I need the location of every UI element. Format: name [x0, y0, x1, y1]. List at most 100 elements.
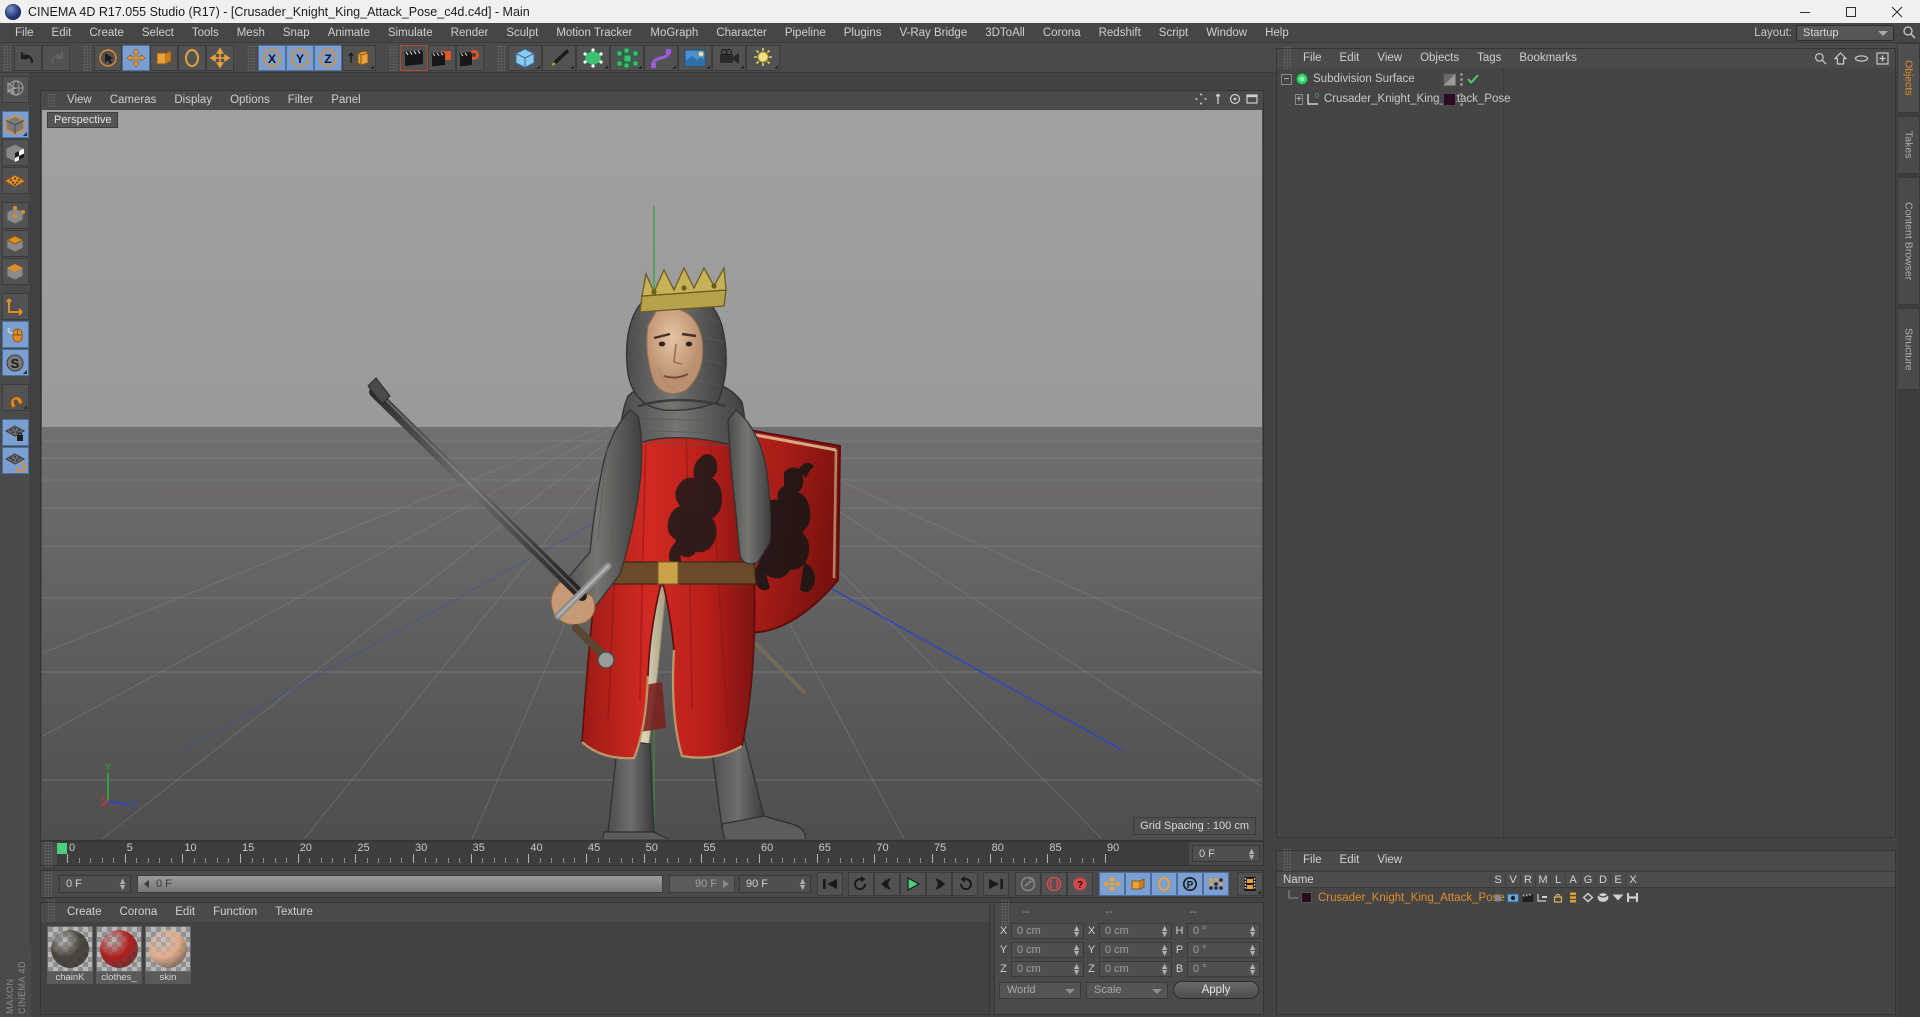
coord-position-y-input[interactable]: 0 cm ▲ ▼: [1011, 941, 1084, 958]
menu-item-redshift[interactable]: Redshift: [1090, 23, 1150, 43]
toolbar-grip-3[interactable]: [247, 44, 255, 71]
spinner-icon-2[interactable]: ▲ ▼: [118, 877, 127, 892]
menu-item-script[interactable]: Script: [1150, 23, 1197, 43]
layer-xpresso-toggle[interactable]: [1625, 892, 1640, 903]
play-button[interactable]: [900, 872, 926, 896]
maximize-view-icon[interactable]: [1246, 93, 1258, 105]
coordinate-mode-select[interactable]: Scale: [1086, 981, 1168, 999]
menu-item-select[interactable]: Select: [133, 23, 183, 43]
add-environment-button[interactable]: [678, 44, 712, 71]
menu-item-render[interactable]: Render: [442, 23, 498, 43]
material-thumbnail[interactable]: [145, 926, 191, 972]
expand-collapse-icon[interactable]: −: [1281, 73, 1292, 85]
eye-icon[interactable]: [1854, 52, 1869, 65]
transform-tool[interactable]: [206, 44, 234, 71]
lock-x-axis[interactable]: X: [258, 44, 286, 71]
menu-item-v-ray-bridge[interactable]: V-Ray Bridge: [890, 23, 976, 43]
lock-z-axis[interactable]: Z: [314, 44, 342, 71]
axis-mode[interactable]: [1, 293, 29, 320]
layer-lock-toggle[interactable]: [1550, 892, 1565, 903]
add-spline-button[interactable]: [542, 44, 576, 71]
keyframe-selection-button[interactable]: ?: [1067, 872, 1093, 896]
layer-manager-grip[interactable]: [1283, 847, 1291, 874]
magnet-tool[interactable]: [1, 384, 29, 411]
viewport-grip[interactable]: [47, 93, 55, 107]
polygon-mode[interactable]: [1, 167, 29, 194]
coord-rotation-p-input[interactable]: 0 ° ▲ ▼: [1187, 941, 1260, 958]
current-frame-marker[interactable]: [57, 843, 67, 854]
toolbar-grip[interactable]: [3, 44, 11, 71]
position-key-button[interactable]: [1099, 872, 1125, 896]
render-view-button[interactable]: [400, 44, 428, 71]
home-icon[interactable]: [1834, 52, 1847, 65]
spinner-icon[interactable]: ▲ ▼: [1160, 942, 1169, 957]
material-menu-texture[interactable]: Texture: [266, 903, 322, 921]
layer-visible-toggle[interactable]: [1505, 893, 1520, 903]
redo-button[interactable]: [42, 44, 70, 71]
material-menu-create[interactable]: Create: [58, 903, 111, 921]
add-array-button[interactable]: [610, 44, 644, 71]
layer-manager-menu-edit[interactable]: Edit: [1331, 851, 1369, 870]
dock-tab-structure[interactable]: Structure: [1897, 308, 1920, 390]
spinner-icon[interactable]: ▲ ▼: [1160, 923, 1169, 938]
max-frame-field[interactable]: 90 F ▲ ▼: [739, 875, 811, 893]
viewport-menu-cameras[interactable]: Cameras: [101, 91, 166, 109]
add-deformer-button[interactable]: [644, 44, 678, 71]
layer-generator-toggle[interactable]: [1580, 892, 1595, 903]
add-generator-button[interactable]: [576, 44, 610, 71]
timeline-grip[interactable]: [44, 840, 52, 867]
viewport-menu-options[interactable]: Options: [221, 91, 279, 109]
dots-tag-2[interactable]: [1460, 92, 1463, 106]
layer-manager-menu-file[interactable]: File: [1294, 851, 1331, 870]
transport-grip[interactable]: [44, 871, 52, 897]
spinner-icon[interactable]: ▲ ▼: [1248, 923, 1257, 938]
menu-item-tools[interactable]: Tools: [183, 23, 228, 43]
edge-mode[interactable]: [1, 230, 29, 257]
material-item[interactable]: clothes_: [96, 926, 142, 1014]
object-manager-grip[interactable]: [1283, 45, 1291, 72]
spinner-icon[interactable]: ▲ ▼: [1072, 942, 1081, 957]
menu-item-plugins[interactable]: Plugins: [835, 23, 891, 43]
material-menu-function[interactable]: Function: [204, 903, 266, 921]
layer-color-swatch[interactable]: [1301, 892, 1312, 903]
expand-collapse-icon[interactable]: +: [1295, 93, 1303, 105]
menu-item-character[interactable]: Character: [707, 23, 776, 43]
preview-range-end-field[interactable]: 90 F: [669, 875, 735, 893]
lock-y-axis[interactable]: Y: [286, 44, 314, 71]
coord-position-z-input[interactable]: 0 cm ▲ ▼: [1011, 960, 1084, 977]
dock-tab-objects[interactable]: Objects: [1897, 43, 1920, 113]
select-tool[interactable]: [94, 44, 122, 71]
previous-frame-button[interactable]: [874, 872, 900, 896]
object-manager-menu-view[interactable]: View: [1368, 49, 1411, 68]
live-selection-tool[interactable]: [1, 76, 29, 103]
viewport-menu-display[interactable]: Display: [165, 91, 221, 109]
menu-item-window[interactable]: Window: [1197, 23, 1256, 43]
render-to-picture-viewer-button[interactable]: [428, 44, 456, 71]
object-manager-menu-file[interactable]: File: [1294, 49, 1331, 68]
coordinate-space-select[interactable]: World: [999, 981, 1081, 999]
go-to-start-button[interactable]: [817, 872, 843, 896]
record-active-objects-button[interactable]: [1015, 872, 1041, 896]
render-settings-button[interactable]: [456, 44, 484, 71]
check-tag[interactable]: [1467, 73, 1479, 85]
menu-item-mograph[interactable]: MoGraph: [641, 23, 707, 43]
workplane-tool[interactable]: [1, 447, 29, 474]
coord-rotation-b-input[interactable]: 0 ° ▲ ▼: [1187, 960, 1260, 977]
add-cube-button[interactable]: [508, 44, 542, 71]
maximize-button[interactable]: [1828, 0, 1874, 23]
rotation-key-button[interactable]: [1151, 872, 1177, 896]
dock-tab-takes[interactable]: Takes: [1897, 116, 1920, 174]
scale-key-button[interactable]: [1125, 872, 1151, 896]
layer-deformer-toggle[interactable]: [1595, 892, 1610, 903]
layer-row[interactable]: Crusader_Knight_King_Attack_Pose: [1277, 889, 1895, 906]
toolbar-grip-2[interactable]: [83, 44, 91, 71]
play-reverse-button[interactable]: [848, 872, 874, 896]
texture-mode[interactable]: [1, 139, 29, 166]
parameter-key-button[interactable]: P: [1177, 872, 1203, 896]
dots-tag[interactable]: [1460, 72, 1463, 86]
layer-manager-toggle[interactable]: [1535, 893, 1550, 903]
close-button[interactable]: [1874, 0, 1920, 23]
menu-item-motion-tracker[interactable]: Motion Tracker: [547, 23, 641, 43]
minimize-button[interactable]: [1782, 0, 1828, 23]
spinner-icon[interactable]: ▲ ▼: [1072, 961, 1081, 976]
